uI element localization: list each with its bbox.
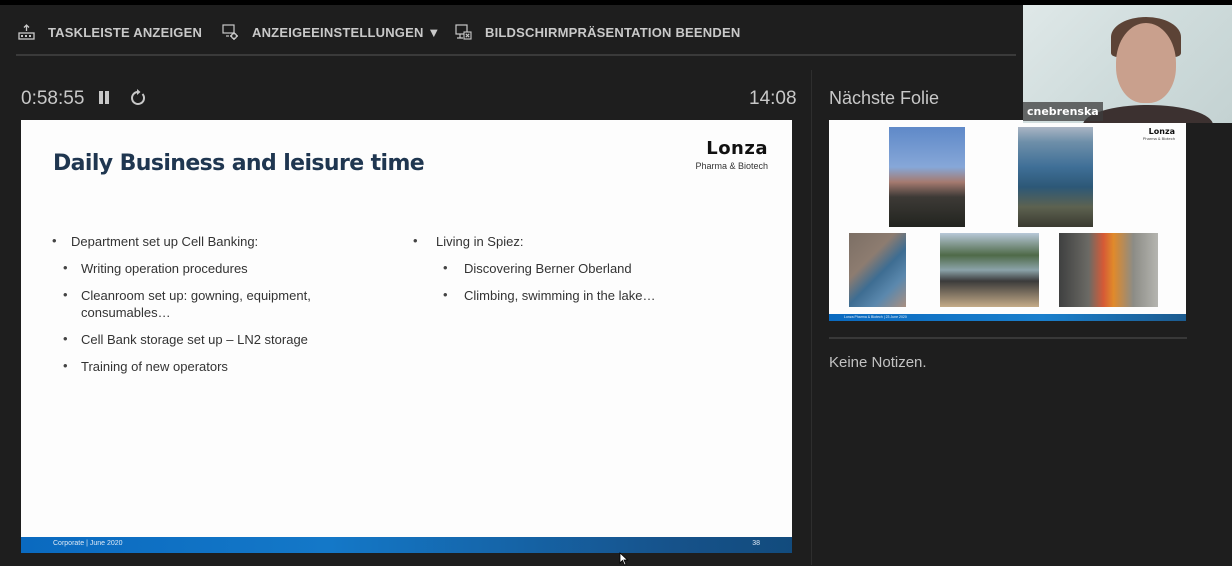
bullet-icon: • [413, 233, 418, 248]
participant-video[interactable]: cnebrenska [1023, 5, 1232, 123]
next-logo-brand: Lonza [1148, 127, 1175, 136]
bullet-icon: • [443, 260, 448, 275]
next-logo-subtitle: Pharma & Biotech [1142, 136, 1175, 141]
bullet-icon: • [443, 287, 448, 302]
mountain-sunset-photo [889, 127, 965, 227]
next-slide-logo: Lonza Pharma & Biotech [1143, 127, 1175, 141]
bullet-item-continuation: consumables… [81, 305, 171, 320]
slide-footer: Corporate | June 2020 38 [21, 537, 792, 553]
bullet-icon: • [63, 287, 68, 302]
panel-divider [811, 70, 812, 565]
notes-divider [829, 337, 1187, 339]
logo-subtitle: Pharma & Biotech [695, 161, 768, 171]
bullet-item: Living in Spiez: [436, 234, 524, 249]
bullet-item: Training of new operators [81, 359, 228, 374]
end-slideshow-button[interactable]: BILDSCHIRMPRÄSENTATION BEENDEN [455, 19, 740, 45]
garden-fountain-photo [940, 233, 1039, 307]
display-settings-label: ANZEIGEEINSTELLUNGEN ▼ [252, 24, 441, 40]
next-slide-preview[interactable]: Lonza Pharma & Biotech Lonza Pharma & Bi… [829, 120, 1186, 321]
lonza-logo: Lonza Pharma & Biotech [695, 138, 768, 171]
bullet-icon: • [52, 233, 57, 248]
participant-name: cnebrenska [1023, 102, 1103, 121]
bullet-item: Writing operation procedures [81, 261, 248, 276]
next-slide-heading: Nächste Folie [829, 88, 940, 108]
bullet-icon: • [63, 358, 68, 373]
climbing-group-photo [1059, 233, 1158, 307]
bullet-icon: • [63, 260, 68, 275]
show-taskbar-label: TASKLEISTE ANZEIGEN [48, 24, 203, 40]
logo-brand: Lonza [706, 138, 768, 159]
bullet-icon: • [63, 331, 68, 346]
elapsed-timer: 0:58:55 [21, 88, 85, 109]
current-time: 14:08 [749, 88, 797, 109]
taskbar-icon [18, 24, 35, 40]
end-slideshow-icon [455, 23, 472, 40]
next-footer-text: Lonza Pharma & Biotech | 23 June 2020 [844, 315, 907, 319]
display-settings-button[interactable]: ANZEIGEEINSTELLUNGEN ▼ [222, 19, 440, 45]
page-number: 38 [752, 540, 760, 547]
lake-water-photo [1018, 127, 1093, 227]
bullet-item: Climbing, swimming in the lake… [464, 288, 656, 303]
next-slide-footer: Lonza Pharma & Biotech | 23 June 2020 [829, 314, 1186, 321]
mouse-cursor-icon [619, 552, 629, 566]
restart-icon [131, 89, 146, 105]
participant-face [1116, 23, 1176, 103]
bullet-item: Department set up Cell Banking: [71, 234, 259, 249]
end-slideshow-label: BILDSCHIRMPRÄSENTATION BEENDEN [485, 24, 741, 40]
pause-timer-button[interactable] [97, 90, 111, 106]
toolbar-divider [16, 54, 1016, 56]
bullet-item: Cell Bank storage set up – LN2 storage [81, 332, 308, 347]
restart-timer-button[interactable] [128, 88, 148, 112]
coastal-cliff-photo [849, 233, 906, 307]
slide-title: Daily Business and leisure time [53, 151, 425, 176]
display-settings-icon [222, 23, 238, 40]
footer-text: Corporate | June 2020 [53, 540, 123, 547]
show-taskbar-button[interactable]: TASKLEISTE ANZEIGEN [18, 19, 202, 45]
current-slide: Daily Business and leisure time Lonza Ph… [21, 120, 792, 553]
bullet-item: Discovering Berner Oberland [464, 261, 632, 276]
bullet-item: Cleanroom set up: gowning, equipment, [81, 288, 311, 303]
speaker-notes[interactable]: Keine Notizen. [829, 354, 927, 371]
